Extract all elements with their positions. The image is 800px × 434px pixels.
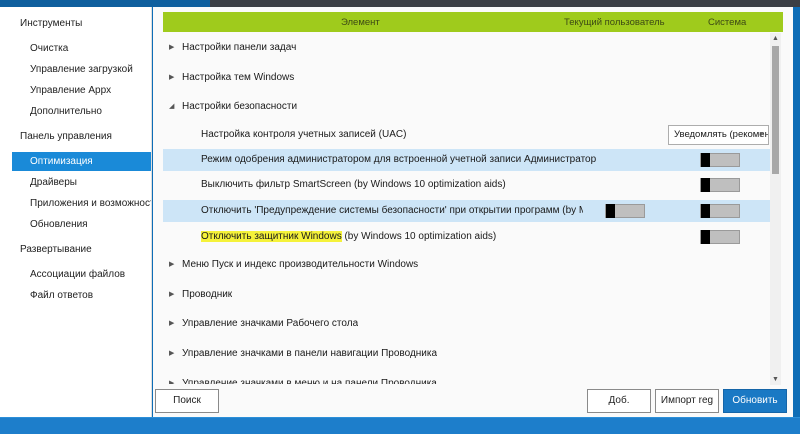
user-toggle-security-warning[interactable] [605,204,645,218]
settings-tree: ▶ Настройки панели задач ▶ Настройка тем… [163,34,775,384]
bottom-bar-separator [0,417,800,418]
sidebar-section-tools: Инструменты [20,18,83,29]
sidebar-item-optimization[interactable]: Оптимизация [12,152,151,171]
system-toggle-defender[interactable] [700,230,740,244]
sidebar-section-control-panel: Панель управления [20,131,112,142]
expand-arrow-icon[interactable]: ▶ [169,67,174,89]
vertical-scrollbar[interactable]: ▲ ▼ [770,33,781,385]
tree-group-nav-pane-icons[interactable]: ▶ Управление значками в панели навигации… [163,343,775,365]
tree-group-themes[interactable]: ▶ Настройка тем Windows [163,67,775,89]
header-element: Элемент [341,17,380,28]
sidebar: Инструменты Очистка Управление загрузкой… [0,7,152,417]
chevron-down-icon: ▼ [758,131,765,138]
scroll-down-icon[interactable]: ▼ [770,374,781,385]
search-button[interactable]: Поиск [155,389,219,413]
setting-row-uac: Настройка контроля учетных записей (UAC)… [163,124,775,146]
expand-arrow-icon[interactable]: ▶ [169,373,174,384]
header-current-user: Текущий пользователь [564,17,665,28]
scroll-up-icon[interactable]: ▲ [770,33,781,44]
sidebar-item-updates[interactable]: Обновления [12,215,151,234]
tree-group-start-menu[interactable]: ▶ Меню Пуск и индекс производительности … [163,254,775,276]
setting-row-admin-approval: Режим одобрения администратором для встр… [163,149,770,171]
defender-label: Отключить защитник Windows (by Windows 1… [201,231,497,242]
system-toggle-admin-approval[interactable] [700,153,740,167]
tree-group-taskbar[interactable]: ▶ Настройки панели задач [163,37,775,59]
tree-group-explorer-menu-icons[interactable]: ▶ Управление значками в меню и на панели… [163,373,775,384]
header-system: Система [708,17,747,28]
system-toggle-security-warning[interactable] [700,204,740,218]
uac-level-value: Уведомлять (рекомендуется) [674,129,768,140]
sidebar-item-apps-features[interactable]: Приложения и возможности [12,194,151,213]
sidebar-item-advanced[interactable]: Дополнительно [12,102,151,121]
expand-arrow-icon[interactable]: ▶ [169,313,174,335]
sidebar-item-cleanup[interactable]: Очистка [12,39,151,58]
main-panel: Элемент Текущий пользователь Система ▶ Н… [153,7,793,428]
expand-arrow-icon[interactable]: ▶ [169,37,174,59]
sidebar-section-deployment: Развертывание [20,244,92,255]
bottom-bar [0,417,800,434]
expand-arrow-icon[interactable]: ▶ [169,343,174,365]
tree-group-desktop-icons[interactable]: ▶ Управление значками Рабочего стола [163,313,775,335]
sidebar-item-drivers[interactable]: Драйверы [12,173,151,192]
system-toggle-smartscreen[interactable] [700,178,740,192]
import-reg-button[interactable]: Импорт reg [655,389,719,413]
expand-arrow-icon[interactable]: ▶ [169,284,174,306]
uac-level-dropdown[interactable]: Уведомлять (рекомендуется) ▼ [668,125,769,145]
scrollbar-thumb[interactable] [772,46,779,174]
add-rule-button[interactable]: Доб. правило [587,389,651,428]
sidebar-item-startup[interactable]: Управление загрузкой [12,60,151,79]
refresh-button[interactable]: Обновить [723,389,787,413]
setting-row-smartscreen: Выключить фильтр SmartScreen (by Windows… [163,174,775,196]
table-header: Элемент Текущий пользователь Система [163,12,783,32]
sidebar-item-answer-file[interactable]: Файл ответов [12,286,151,305]
expand-arrow-icon[interactable]: ▶ [169,254,174,276]
tree-group-explorer[interactable]: ▶ Проводник [163,284,775,306]
tree-group-security[interactable]: ◢ Настройки безопасности [163,96,775,118]
sidebar-item-appx[interactable]: Управление Appx [12,81,151,100]
sidebar-item-file-associations[interactable]: Ассоциации файлов [12,265,151,284]
setting-row-defender: Отключить защитник Windows (by Windows 1… [163,226,775,248]
setting-row-security-warning: Отключить 'Предупреждение системы безопа… [163,200,770,222]
collapse-arrow-icon[interactable]: ◢ [169,96,174,118]
top-bar-dark-strip [210,0,800,7]
